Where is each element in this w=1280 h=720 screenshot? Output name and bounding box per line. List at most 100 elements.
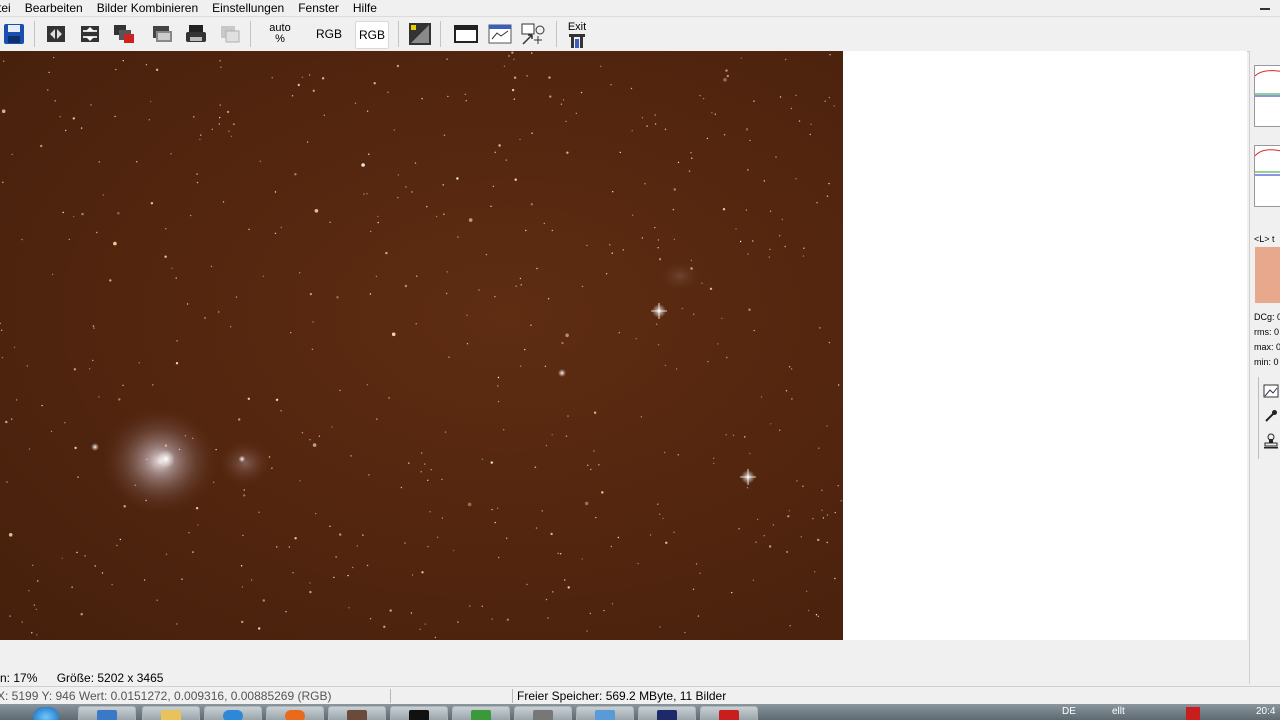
star xyxy=(28,448,31,450)
open-icon[interactable] xyxy=(42,21,70,47)
compare-icon[interactable] xyxy=(216,21,244,47)
toolbar-separator xyxy=(34,21,35,47)
star xyxy=(291,95,294,97)
free-memory: Freier Speicher: 569.2 MByte, 11 Bilder xyxy=(517,689,727,703)
star xyxy=(456,177,459,180)
star xyxy=(94,565,96,567)
star xyxy=(673,238,676,241)
star xyxy=(605,273,608,275)
star xyxy=(735,228,737,230)
star xyxy=(498,556,500,559)
star xyxy=(53,56,55,59)
menu-bilder-kombinieren[interactable]: Bilder Kombinieren xyxy=(90,0,205,16)
pipette-icon[interactable] xyxy=(1259,405,1280,427)
window-icon[interactable] xyxy=(452,21,480,47)
taskbar-app-red[interactable] xyxy=(700,706,758,720)
star xyxy=(494,151,496,153)
stack-icon[interactable] xyxy=(110,21,138,47)
star xyxy=(115,68,117,71)
star xyxy=(763,535,765,537)
star xyxy=(145,64,148,66)
star xyxy=(545,444,548,447)
star xyxy=(366,110,369,112)
star xyxy=(711,112,713,114)
star xyxy=(215,448,217,451)
transform-icon[interactable] xyxy=(76,21,104,47)
star xyxy=(434,636,437,639)
taskbar-app-window[interactable] xyxy=(576,706,634,720)
star xyxy=(50,430,53,433)
star xyxy=(781,218,783,221)
image-tool-icon[interactable] xyxy=(1259,380,1280,402)
exit-button[interactable]: Exit xyxy=(563,20,591,50)
star xyxy=(494,296,496,298)
star xyxy=(806,590,808,592)
star xyxy=(77,476,79,478)
menu-bearbeiten[interactable]: Bearbeiten xyxy=(18,0,90,16)
star xyxy=(170,153,172,155)
taskbar-app-folder[interactable] xyxy=(142,706,200,720)
minimize-icon[interactable] xyxy=(1260,2,1270,10)
star xyxy=(111,583,113,586)
layer-icon[interactable] xyxy=(148,21,176,47)
star xyxy=(240,565,243,567)
taskbar-app-explorer[interactable] xyxy=(78,706,136,720)
star xyxy=(348,607,350,609)
star xyxy=(699,572,701,574)
taskbar-app-photo[interactable] xyxy=(328,706,386,720)
start-orb-icon[interactable] xyxy=(33,707,59,720)
toolbar: auto % RGB RGB Exit xyxy=(0,16,1280,52)
star xyxy=(526,583,528,586)
star xyxy=(756,518,759,521)
taskbar-app-firefox[interactable] xyxy=(266,706,324,720)
taskbar-app-network[interactable] xyxy=(452,706,510,720)
star xyxy=(659,626,661,628)
star xyxy=(171,267,173,269)
menu-hilfe[interactable]: Hilfe xyxy=(346,0,384,16)
preview-thumbnail[interactable] xyxy=(1255,247,1280,303)
star xyxy=(552,591,554,593)
star xyxy=(311,348,314,350)
image-canvas[interactable] xyxy=(0,51,843,640)
star xyxy=(441,478,443,481)
star xyxy=(690,259,693,262)
menu-datei[interactable]: tei xyxy=(0,0,18,16)
histogram-thumb-1[interactable] xyxy=(1254,65,1280,127)
star xyxy=(807,609,810,612)
menu-einstellungen[interactable]: Einstellungen xyxy=(205,0,291,16)
menu-fenster[interactable]: Fenster xyxy=(291,0,346,16)
star xyxy=(496,507,499,509)
star xyxy=(753,329,755,332)
star xyxy=(491,508,493,511)
star xyxy=(567,586,570,589)
taskbar-app-ie[interactable] xyxy=(204,706,262,720)
rgb-active-button[interactable]: RGB xyxy=(355,21,389,49)
star-spike xyxy=(740,469,756,485)
star xyxy=(791,398,793,400)
star xyxy=(837,485,839,487)
crosshair-icon[interactable] xyxy=(520,21,548,47)
star xyxy=(534,466,536,468)
histogram-thumb-2[interactable] xyxy=(1254,145,1280,207)
tray-alert-icon[interactable] xyxy=(1186,707,1200,720)
save-icon[interactable] xyxy=(0,21,28,47)
auto-scale-button[interactable]: auto % xyxy=(266,21,294,47)
star xyxy=(11,153,13,156)
taskbar-app-fitswork[interactable] xyxy=(390,706,448,720)
menubar: tei Bearbeiten Bilder Kombinieren Einste… xyxy=(0,0,1280,16)
graph-icon[interactable] xyxy=(486,21,514,47)
star xyxy=(262,275,265,277)
rgb-button[interactable]: RGB xyxy=(313,21,345,47)
star xyxy=(695,563,698,565)
histogram-icon[interactable] xyxy=(406,21,434,47)
star xyxy=(377,215,379,218)
taskbar-app-stellarium[interactable] xyxy=(638,706,696,720)
star xyxy=(468,218,473,222)
print-icon[interactable] xyxy=(182,21,210,47)
star xyxy=(196,173,198,175)
tray-language[interactable]: DE xyxy=(1062,706,1076,717)
star xyxy=(561,341,564,345)
taskbar-app-tool[interactable] xyxy=(514,706,572,720)
stamp-icon[interactable] xyxy=(1259,430,1280,452)
star xyxy=(28,590,30,592)
